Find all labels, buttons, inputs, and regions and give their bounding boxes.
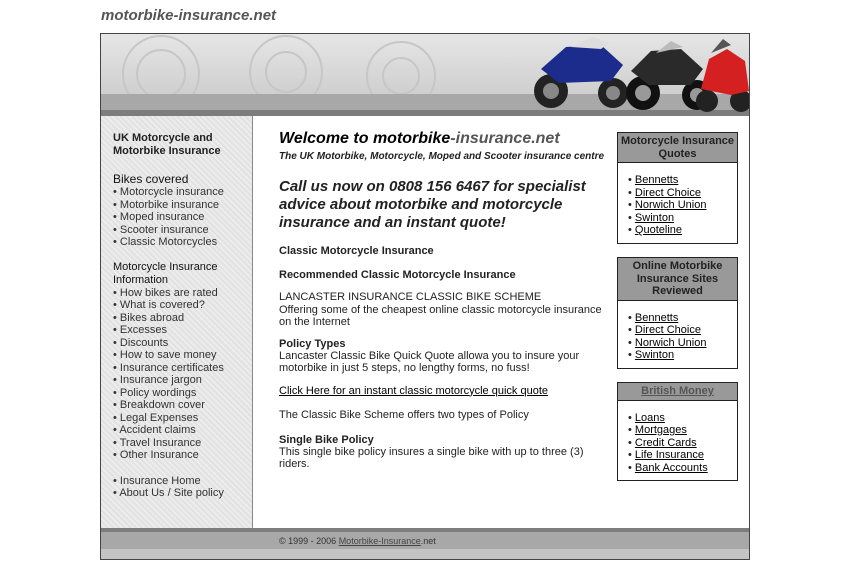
welcome-title-prefix: Welcome to motorbike — [279, 130, 451, 147]
scheme-text: Offering some of the cheapest online cla… — [279, 303, 602, 329]
sidebar-link[interactable]: Motorcycle insurance — [113, 186, 252, 199]
sidebar-link[interactable]: Other Insurance — [113, 449, 252, 462]
page-frame: UK Motorcycle and Motorbike Insurance Bi… — [100, 33, 750, 560]
single-policy-text: This single bike policy insures a single… — [279, 445, 584, 471]
british-money-title: British Money — [618, 383, 737, 401]
money-link[interactable]: Mortgages — [635, 424, 687, 436]
quick-quote-link[interactable]: Click Here for an instant classic motorc… — [279, 385, 548, 397]
copyright-text: © 1999 - 2006 — [279, 536, 339, 546]
policy-types-heading: Policy Types — [279, 337, 346, 350]
quote-link[interactable]: Direct Choice — [635, 187, 701, 199]
welcome-title-suffix: -insurance.net — [450, 130, 560, 147]
quote-link[interactable]: Swinton — [635, 212, 674, 224]
quote-link[interactable]: Quoteline — [635, 224, 682, 236]
sidebar-link[interactable]: Discounts — [113, 337, 252, 350]
quote-link[interactable]: Bennetts — [635, 174, 678, 186]
scheme-title: LANCASTER INSURANCE CLASSIC BIKE SCHEME — [279, 291, 542, 303]
section-heading: Classic Motorcycle Insurance — [279, 245, 434, 257]
footer-site-link[interactable]: Motorbike-Insurance — [339, 536, 421, 546]
quotes-box-title: Motorcycle Insurance Quotes — [618, 133, 737, 163]
sidebar-link[interactable]: Travel Insurance — [113, 437, 252, 450]
sidebar-link[interactable]: What is covered? — [113, 299, 252, 312]
sidebar-link[interactable]: Insurance jargon — [113, 374, 252, 387]
review-link[interactable]: Norwich Union — [635, 337, 707, 349]
sidebar-link[interactable]: Excesses — [113, 324, 252, 337]
sidebar-nav: UK Motorcycle and Motorbike Insurance Bi… — [101, 116, 253, 528]
reviewed-box: Online Motorbike Insurance Sites Reviewe… — [617, 257, 738, 369]
sidebar-link[interactable]: Scooter insurance — [113, 224, 252, 237]
reviewed-box-title: Online Motorbike Insurance Sites Reviewe… — [618, 258, 737, 301]
sidebar-link[interactable]: Breakdown cover — [113, 399, 252, 412]
quotes-box: Motorcycle Insurance Quotes Bennetts Dir… — [617, 132, 738, 244]
insurance-home-link[interactable]: Insurance Home — [113, 475, 252, 488]
about-us-link[interactable]: About Us / Site policy — [113, 487, 252, 500]
sidebar-link[interactable]: Motorbike insurance — [113, 199, 252, 212]
british-money-box: British Money Loans Mortgages Credit Car… — [617, 382, 738, 481]
sidebar-link[interactable]: Bikes abroad — [113, 312, 252, 325]
british-money-link[interactable]: British Money — [641, 385, 714, 397]
footer-copyright: © 1999 - 2006 Motorbike-Insurance.net — [279, 536, 436, 546]
single-policy-heading: Single Bike Policy — [279, 433, 374, 446]
motorbikes-image — [534, 37, 749, 112]
sidebar-link[interactable]: Accident claims — [113, 424, 252, 437]
sidebar-link[interactable]: Classic Motorcycles — [113, 236, 252, 249]
money-link[interactable]: Loans — [635, 412, 665, 424]
welcome-subtitle: The UK Motorbike, Motorcycle, Moped and … — [279, 151, 605, 162]
two-types-text: The Classic Bike Scheme offers two types… — [279, 409, 529, 421]
bikes-covered-list: Motorcycle insurance Motorbike insurance… — [113, 186, 252, 249]
section-heading: Recommended Classic Motorcycle Insurance — [279, 269, 516, 281]
insurance-info-list: How bikes are rated What is covered? Bik… — [113, 287, 252, 462]
sidebar-heading: UK Motorcycle and Motorbike Insurance — [113, 132, 221, 157]
site-title[interactable]: motorbike-insurance.net — [101, 7, 276, 24]
review-link[interactable]: Direct Choice — [635, 324, 701, 336]
sidebar-link[interactable]: Policy wordings — [113, 387, 252, 400]
review-link[interactable]: Swinton — [635, 349, 674, 361]
bikes-covered-title: Bikes covered — [113, 172, 189, 186]
footer-suffix: .net — [420, 536, 436, 546]
welcome-title: Welcome to motorbike-insurance.net — [279, 130, 609, 148]
money-link[interactable]: Life Insurance — [635, 449, 704, 461]
policy-types-text: Lancaster Classic Bike Quick Quote allow… — [279, 349, 580, 375]
sidebar-link[interactable]: How to save money — [113, 349, 252, 362]
sidebar-link[interactable]: Insurance certificates — [113, 362, 252, 375]
review-link[interactable]: Bennetts — [635, 312, 678, 324]
money-link[interactable]: Bank Accounts — [635, 462, 708, 474]
sidebar-link[interactable]: Legal Expenses — [113, 412, 252, 425]
sidebar-link[interactable]: How bikes are rated — [113, 287, 252, 300]
sidebar-footer-links: Insurance Home About Us / Site policy — [113, 475, 252, 500]
money-link[interactable]: Credit Cards — [635, 437, 697, 449]
call-to-action: Call us now on 0808 156 6467 for special… — [279, 178, 586, 231]
quote-link[interactable]: Norwich Union — [635, 199, 707, 211]
footer-stripe-light — [101, 549, 749, 559]
sidebar-link[interactable]: Moped insurance — [113, 211, 252, 224]
main-content: Welcome to motorbike-insurance.net The U… — [279, 130, 609, 471]
insurance-info-title: Motorcycle Insurance Information — [113, 260, 218, 286]
